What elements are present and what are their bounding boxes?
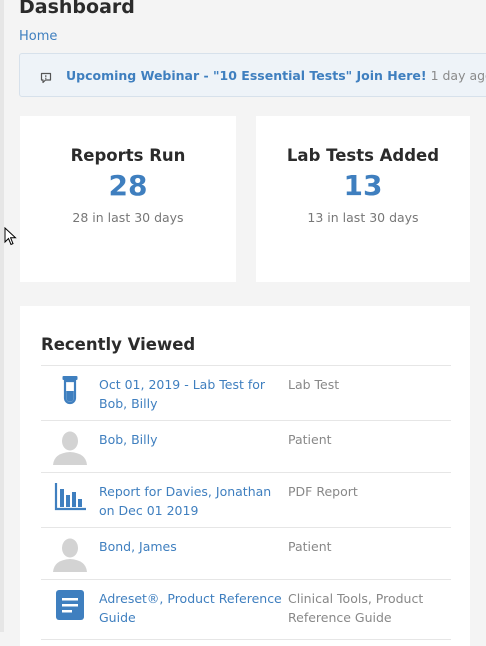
webinar-link[interactable]: Upcoming Webinar - "10 Essential Tests" … [66, 68, 427, 83]
webinar-notice: Upcoming Webinar - "10 Essential Tests" … [19, 53, 486, 97]
page-title: Dashboard [19, 0, 135, 18]
test-tube-icon [41, 366, 99, 420]
item-type: Patient [288, 539, 332, 554]
list-item[interactable]: Report for Davies, Jonathan on Dec 01 20… [41, 473, 451, 528]
bar-chart-icon [41, 473, 99, 527]
card-title: Reports Run [70, 146, 186, 165]
patient-avatar-icon [41, 421, 99, 472]
list-item[interactable]: Adreset®, Product Reference Guide Clinic… [41, 580, 451, 640]
list-item[interactable]: Bond, James Patient [41, 528, 451, 580]
document-icon [41, 580, 99, 639]
item-name[interactable]: Bob, Billy [99, 421, 288, 472]
notice-time: 1 day ago [430, 67, 486, 83]
item-name[interactable]: Report for Davies, Jonathan on Dec 01 20… [99, 473, 288, 527]
recent-list: Oct 01, 2019 - Lab Test for Bob, Billy L… [41, 365, 451, 640]
breadcrumb-home[interactable]: Home [19, 29, 57, 44]
item-type: Lab Test [288, 377, 340, 392]
list-item[interactable]: Oct 01, 2019 - Lab Test for Bob, Billy L… [41, 366, 451, 421]
item-name[interactable]: Bond, James [99, 528, 288, 579]
item-type: Clinical Tools, Product Reference Guide [288, 591, 424, 625]
left-border [0, 0, 4, 632]
chat-icon [40, 69, 52, 84]
card-subtitle: 13 in last 30 days [307, 210, 419, 225]
list-item[interactable]: Bob, Billy Patient [41, 421, 451, 473]
section-title: Recently Viewed [41, 335, 196, 354]
item-type: PDF Report [288, 484, 358, 499]
card-value: 13 [343, 169, 383, 202]
card-value: 28 [108, 169, 148, 202]
item-name[interactable]: Adreset®, Product Reference Guide [99, 580, 288, 639]
mouse-cursor-icon [4, 226, 18, 251]
lab-tests-added-card: Lab Tests Added 13 13 in last 30 days [256, 116, 470, 282]
card-title: Lab Tests Added [286, 146, 440, 165]
reports-run-card: Reports Run 28 28 in last 30 days [20, 116, 236, 282]
item-name[interactable]: Oct 01, 2019 - Lab Test for Bob, Billy [99, 366, 288, 420]
item-type: Patient [288, 432, 332, 447]
card-subtitle: 28 in last 30 days [72, 210, 184, 225]
recently-viewed-panel: Recently Viewed Oct 01, 2019 - Lab Test … [20, 306, 470, 646]
patient-avatar-icon [41, 528, 99, 579]
